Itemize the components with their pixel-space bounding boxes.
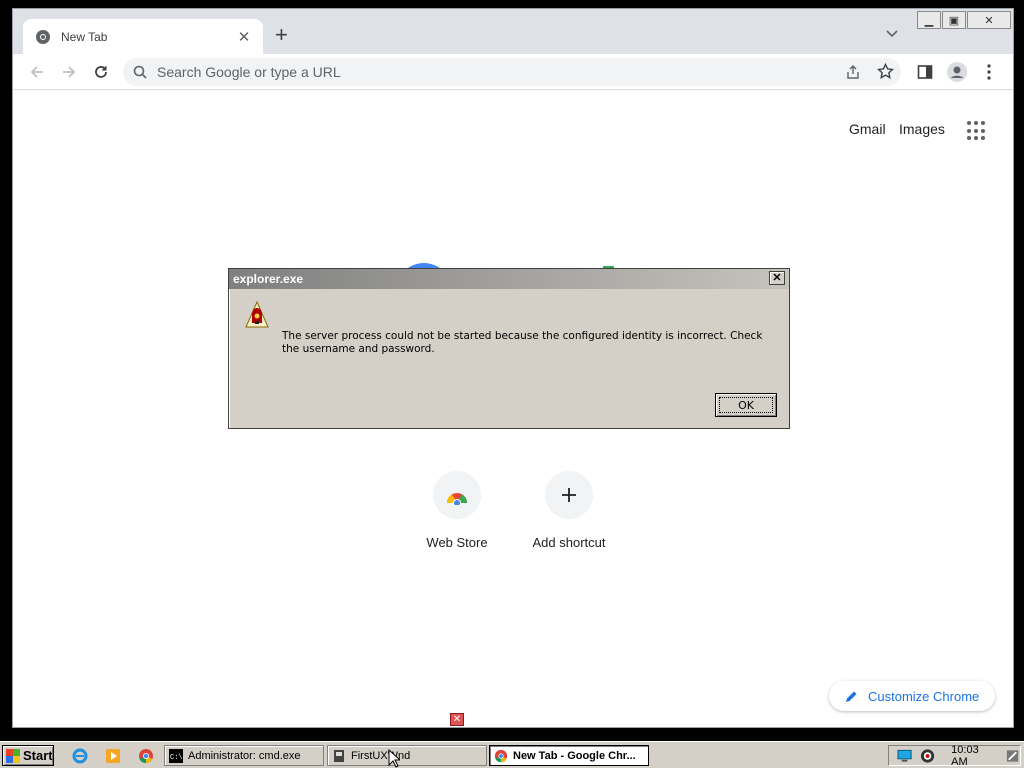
tab-title: New Tab [61, 29, 108, 44]
tab-new-tab[interactable]: New Tab ✕ [23, 19, 263, 54]
ok-button[interactable]: OK [715, 393, 777, 417]
window-minimize-button[interactable]: ▁ [917, 11, 941, 29]
app-icon [334, 749, 344, 762]
svg-text:C:\: C:\ [170, 754, 183, 762]
notification-icon[interactable] [1005, 748, 1020, 764]
window-close-button[interactable]: ✕ [967, 11, 1011, 29]
back-icon[interactable] [27, 62, 47, 82]
address-bar[interactable] [123, 58, 901, 86]
address-input[interactable] [157, 64, 817, 80]
pencil-icon [846, 691, 857, 702]
tab-search-chevron-icon[interactable] [885, 27, 899, 41]
task-label: FirstUXWnd [351, 749, 411, 762]
new-tab-button[interactable]: + [275, 24, 288, 46]
warning-icon [245, 300, 269, 334]
window-maximize-button[interactable]: ▣ [942, 11, 966, 29]
forward-icon[interactable] [59, 62, 79, 82]
close-x-icon[interactable]: ✕ [450, 713, 464, 726]
error-dialog: explorer.exe ✕ The server process could … [228, 268, 790, 429]
shortcut-label: Web Store [426, 535, 488, 550]
chrome-icon [36, 29, 50, 44]
windows-flag-icon [6, 748, 20, 763]
bookmark-star-icon[interactable] [877, 63, 894, 80]
dialog-title-bar[interactable]: explorer.exe ✕ [229, 269, 789, 289]
start-button[interactable]: Start [2, 745, 54, 766]
system-tray: 10:03 AM [888, 743, 1021, 768]
browser-toolbar [13, 54, 1013, 90]
chrome-quicklaunch-icon[interactable] [138, 748, 154, 764]
task-firstuxwnd[interactable]: FirstUXWnd [327, 745, 487, 766]
internet-explorer-icon[interactable] [72, 748, 88, 764]
profile-avatar-icon[interactable] [947, 62, 967, 82]
search-icon [133, 65, 147, 79]
shortcut-add[interactable]: Add shortcut [519, 471, 619, 550]
clock: 10:03 AM [951, 743, 979, 768]
tab-strip: New Tab ✕ + ▁ ▣ ✕ [13, 9, 1013, 54]
side-panel-icon[interactable] [915, 62, 935, 82]
mouse-cursor-icon [388, 749, 400, 768]
task-label: Administrator: cmd.exe [188, 749, 301, 762]
volume-icon[interactable] [920, 748, 935, 764]
reload-icon[interactable] [91, 62, 111, 82]
dialog-close-button[interactable]: ✕ [769, 271, 785, 285]
chrome-web-store-icon [433, 471, 481, 519]
chrome-icon [494, 749, 508, 762]
taskbar: Start C:\ Administrator: cmd.exe FirstUX… [0, 741, 1024, 768]
tab-close-icon[interactable]: ✕ [235, 28, 253, 46]
task-cmd[interactable]: C:\ Administrator: cmd.exe [164, 745, 324, 766]
gmail-link[interactable]: Gmail [849, 121, 886, 137]
customize-chrome-button[interactable]: Customize Chrome [829, 681, 995, 711]
images-link[interactable]: Images [899, 121, 945, 137]
task-label: New Tab - Google Chr... [513, 749, 636, 762]
customize-chrome-label: Customize Chrome [868, 688, 980, 704]
share-icon[interactable] [845, 64, 861, 80]
cmd-icon: C:\ [169, 748, 183, 763]
google-apps-icon[interactable] [967, 121, 987, 141]
media-player-icon[interactable] [105, 748, 121, 764]
task-chrome[interactable]: New Tab - Google Chr... [489, 745, 649, 766]
menu-kebab-icon[interactable] [979, 62, 999, 82]
dialog-message: The server process could not be started … [282, 330, 763, 355]
start-label: Start [23, 748, 53, 763]
dialog-title: explorer.exe [233, 272, 304, 286]
plus-icon [545, 471, 593, 519]
network-monitor-icon[interactable] [897, 749, 912, 763]
shortcut-label: Add shortcut [532, 535, 606, 550]
shortcut-web-store[interactable]: Web Store [407, 471, 507, 550]
